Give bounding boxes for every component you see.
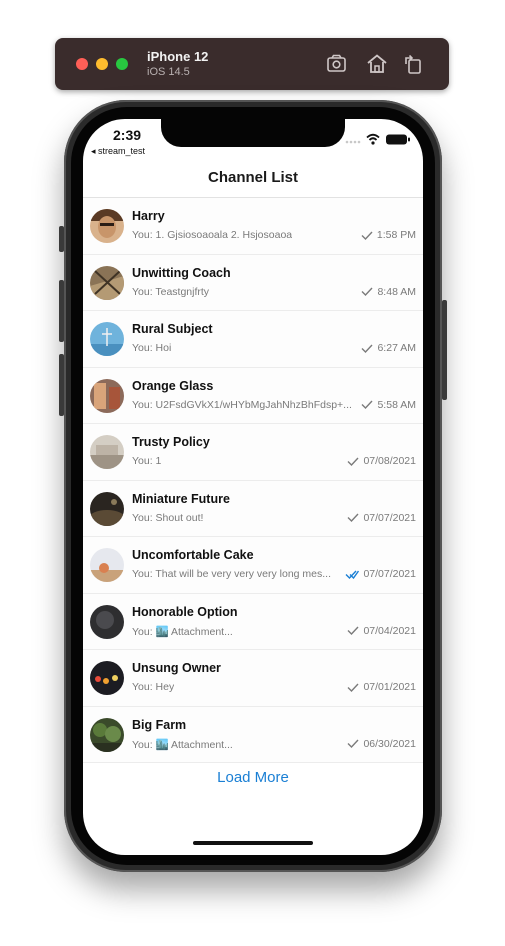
message-meta: 07/08/2021 bbox=[347, 455, 416, 467]
message-timestamp: 07/07/2021 bbox=[363, 568, 416, 580]
channel-name: Big Farm bbox=[132, 717, 187, 732]
last-message-preview: You: 1 bbox=[132, 455, 162, 467]
message-meta: 06/30/2021 bbox=[347, 738, 416, 750]
sent-check-icon bbox=[347, 683, 359, 692]
avatar bbox=[90, 604, 124, 639]
avatar bbox=[90, 717, 124, 752]
last-message-preview: You: Teastgnjfrty bbox=[132, 285, 210, 298]
avatar bbox=[90, 435, 124, 469]
volume-down-button bbox=[59, 354, 64, 416]
sent-check-icon bbox=[361, 287, 373, 296]
channel-name: Rural Subject bbox=[132, 322, 213, 336]
channel-row[interactable]: Miniature Future You: Shout out! 07/07/2… bbox=[83, 480, 423, 537]
channel-row[interactable]: Big Farm You: 🏙️ Attachment... 06/30/202… bbox=[83, 706, 423, 763]
channel-name: Trusty Policy bbox=[132, 435, 210, 449]
message-timestamp: 07/08/2021 bbox=[363, 455, 416, 467]
last-message-preview: You: 1. Gjsiosoaoala 2. Hsjosoaoa bbox=[132, 229, 293, 241]
avatar bbox=[90, 322, 124, 356]
message-timestamp: 6:27 AM bbox=[377, 342, 416, 354]
sent-check-icon bbox=[361, 231, 373, 240]
sent-check-icon bbox=[361, 400, 373, 409]
simulator-toolbar: iPhone 12 iOS 14.5 bbox=[55, 38, 449, 90]
power-button bbox=[442, 300, 447, 400]
minimize-window-button[interactable] bbox=[96, 58, 108, 70]
message-timestamp: 07/07/2021 bbox=[363, 511, 416, 524]
sent-check-icon bbox=[347, 513, 359, 522]
channel-name: Miniature Future bbox=[132, 491, 230, 506]
avatar bbox=[90, 265, 124, 300]
battery-icon bbox=[386, 134, 410, 145]
message-meta: 07/07/2021 bbox=[347, 512, 416, 524]
avatar bbox=[90, 378, 124, 413]
message-timestamp: 06/30/2021 bbox=[363, 737, 416, 750]
last-message-preview: You: 🏙️ Attachment... bbox=[132, 738, 233, 751]
home-icon[interactable] bbox=[365, 52, 389, 76]
message-meta: 07/01/2021 bbox=[347, 681, 416, 693]
volume-up-button bbox=[59, 280, 64, 342]
last-message-preview: You: Shout out! bbox=[132, 511, 204, 524]
channel-name: Unsung Owner bbox=[132, 661, 221, 675]
last-message-preview: You: Hey bbox=[132, 681, 175, 693]
sent-check-icon bbox=[361, 344, 373, 353]
message-timestamp: 1:58 PM bbox=[376, 229, 416, 241]
sent-check-icon bbox=[347, 626, 359, 635]
channel-row[interactable]: Unwitting Coach You: Teastgnjfrty 8:48 A… bbox=[83, 254, 423, 311]
channel-row[interactable]: Unsung Owner You: Hey 07/01/2021 bbox=[83, 650, 423, 707]
notch bbox=[161, 119, 345, 147]
channel-row[interactable]: Uncomfortable Cake You: That will be ver… bbox=[83, 537, 423, 594]
channel-list[interactable]: Harry You: 1. Gjsiosoaoala 2. Hsjosoaoa … bbox=[83, 198, 423, 763]
wifi-icon bbox=[366, 133, 380, 141]
page-title: Channel List bbox=[207, 169, 298, 186]
message-timestamp: 5:58 AM bbox=[377, 398, 416, 411]
channel-name: Harry bbox=[132, 209, 165, 223]
read-double-check-icon bbox=[345, 570, 360, 579]
channel-row[interactable]: Rural Subject You: Hoi 6:27 AM bbox=[83, 311, 423, 368]
avatar bbox=[90, 548, 124, 582]
message-timestamp: 8:48 AM bbox=[377, 285, 416, 298]
load-more-button[interactable]: Load More bbox=[83, 769, 423, 786]
device-name: iPhone 12 bbox=[147, 49, 209, 64]
channel-row[interactable]: Orange Glass You: U2FsdGVkX1/wHYbMgJahNh… bbox=[83, 367, 423, 424]
os-version: iOS 14.5 bbox=[147, 66, 190, 78]
mute-switch bbox=[59, 226, 64, 252]
channel-name: Orange Glass bbox=[132, 378, 214, 393]
message-meta: 07/04/2021 bbox=[347, 625, 416, 637]
avatar bbox=[90, 209, 124, 243]
message-meta: 1:58 PM bbox=[361, 229, 416, 241]
last-message-preview: You: 🏙️ Attachment... bbox=[132, 625, 233, 638]
message-meta: 07/07/2021 bbox=[345, 568, 416, 580]
message-timestamp: 07/04/2021 bbox=[363, 624, 416, 637]
signal-icon bbox=[345, 140, 361, 144]
channel-row[interactable]: Trusty Policy You: 1 07/08/2021 bbox=[83, 424, 423, 481]
status-time: 2:39 bbox=[113, 127, 142, 143]
last-message-preview: You: U2FsdGVkX1/wHYbMgJahNhzBhFdsp+... bbox=[132, 398, 352, 411]
last-message-preview: You: That will be very very very long me… bbox=[132, 568, 332, 580]
message-meta: 6:27 AM bbox=[361, 342, 416, 354]
back-to-app-link[interactable]: ◂ stream_test bbox=[91, 146, 145, 157]
avatar bbox=[90, 491, 124, 526]
channel-row[interactable]: Honorable Option You: 🏙️ Attachment... 0… bbox=[83, 593, 423, 650]
sent-check-icon bbox=[347, 739, 359, 748]
avatar bbox=[90, 661, 124, 695]
channel-name: Honorable Option bbox=[132, 604, 238, 619]
close-window-button[interactable] bbox=[76, 58, 88, 70]
zoom-window-button[interactable] bbox=[116, 58, 128, 70]
channel-name: Unwitting Coach bbox=[132, 265, 231, 280]
message-meta: 5:58 AM bbox=[361, 399, 416, 411]
sent-check-icon bbox=[347, 457, 359, 466]
message-meta: 8:48 AM bbox=[361, 286, 416, 298]
home-indicator[interactable] bbox=[193, 841, 313, 845]
rotate-icon[interactable] bbox=[401, 52, 425, 76]
last-message-preview: You: Hoi bbox=[132, 342, 172, 354]
channel-row[interactable]: Harry You: 1. Gjsiosoaoala 2. Hsjosoaoa … bbox=[83, 198, 423, 255]
message-timestamp: 07/01/2021 bbox=[363, 681, 416, 693]
phone-screen: 2:39 ◂ stream_test Channel List Harry Yo… bbox=[83, 119, 423, 855]
status-indicators bbox=[345, 133, 410, 145]
channel-name: Uncomfortable Cake bbox=[132, 548, 254, 562]
screenshot-icon[interactable] bbox=[325, 52, 349, 76]
